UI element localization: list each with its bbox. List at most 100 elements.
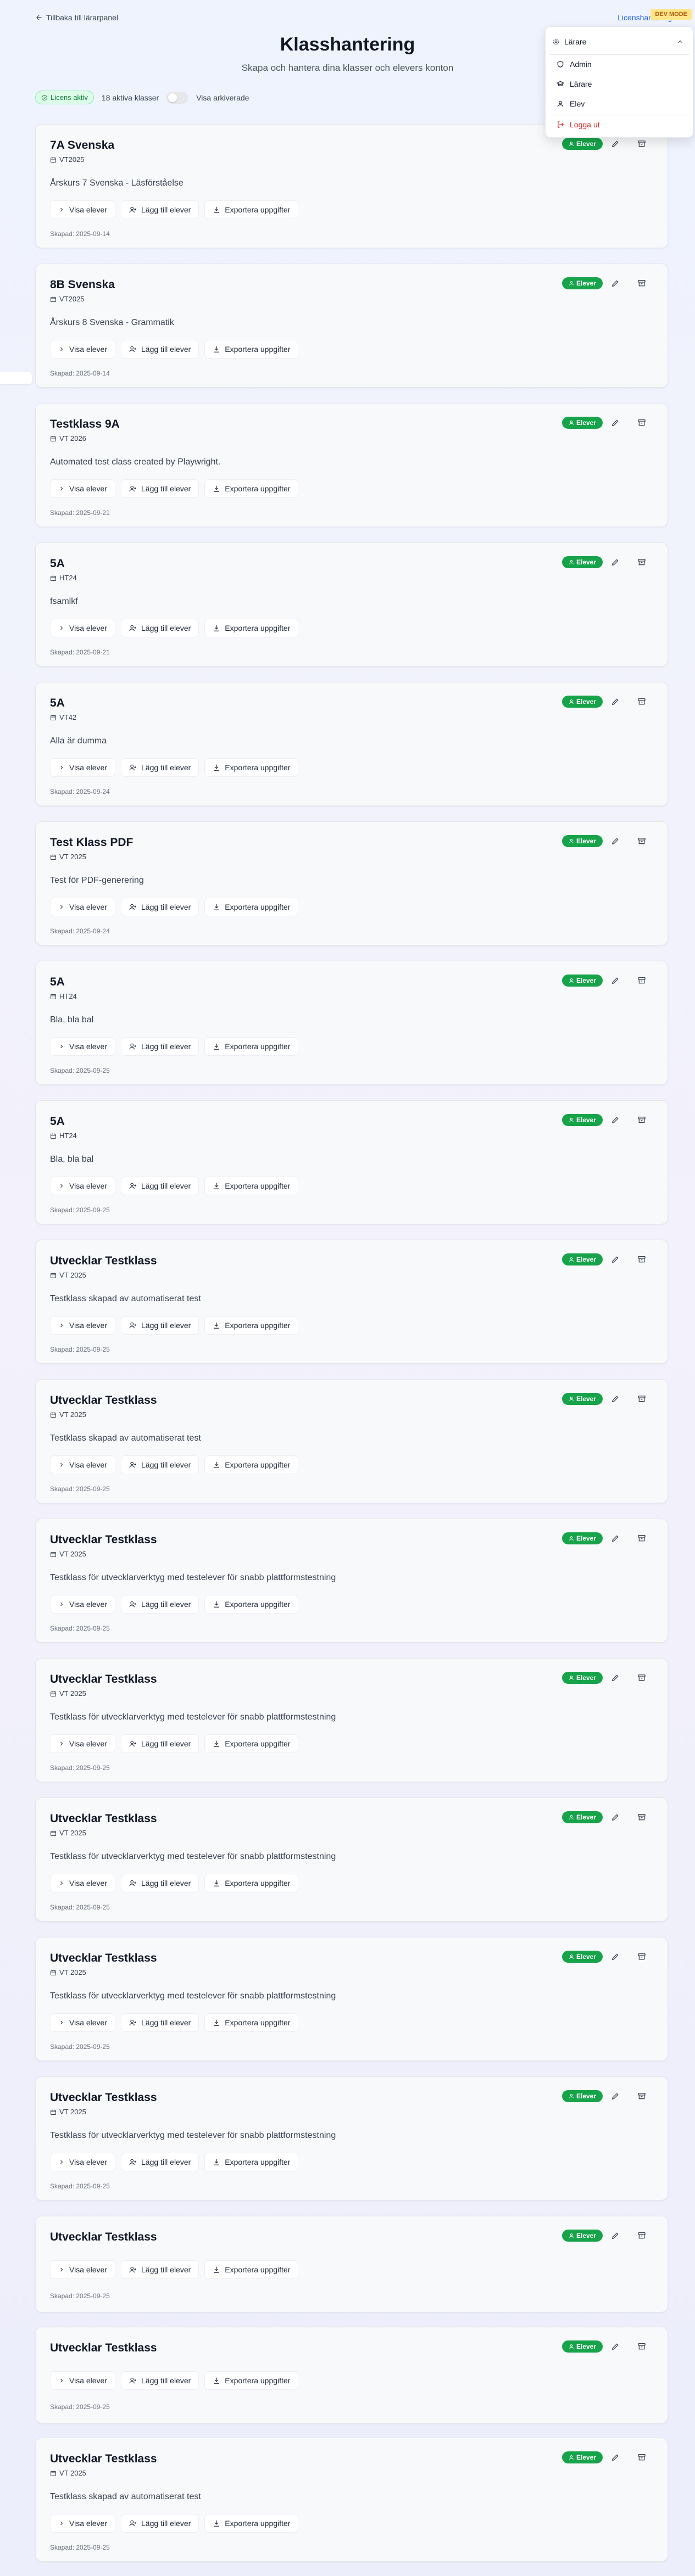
add-students-button[interactable]: Lägg till elever [121,2013,199,2032]
export-tasks-button[interactable]: Exportera uppgifter [204,1037,299,1056]
view-students-button[interactable]: Visa elever [50,619,116,637]
archive-class-button[interactable] [635,1810,649,1824]
archive-class-button[interactable] [635,1113,649,1127]
export-tasks-button[interactable]: Exportera uppgifter [204,2153,299,2171]
edit-class-button[interactable] [608,2228,622,2243]
export-tasks-button[interactable]: Exportera uppgifter [204,619,299,637]
view-students-button[interactable]: Visa elever [50,2371,116,2390]
archive-class-button[interactable] [635,555,649,569]
students-badge[interactable]: Elever [562,835,603,847]
view-students-button[interactable]: Visa elever [50,1734,116,1753]
role-option-larare[interactable]: Lärare [557,80,592,88]
view-students-button[interactable]: Visa elever [50,1455,116,1474]
edit-class-button[interactable] [608,2450,622,2465]
add-students-button[interactable]: Lägg till elever [121,479,199,498]
export-tasks-button[interactable]: Exportera uppgifter [204,1316,299,1335]
view-students-button[interactable]: Visa elever [50,758,116,777]
archive-class-button[interactable] [635,276,649,290]
students-badge[interactable]: Elever [562,2230,603,2242]
edit-class-button[interactable] [608,1671,622,1685]
archive-class-button[interactable] [635,834,649,848]
archive-class-button[interactable] [635,2339,649,2354]
students-badge[interactable]: Elever [562,2090,603,2102]
logout-button[interactable]: Logga ut [557,120,600,129]
archive-class-button[interactable] [635,1531,649,1545]
edit-class-button[interactable] [608,555,622,569]
edit-class-button[interactable] [608,1252,622,1267]
add-students-button[interactable]: Lägg till elever [121,1455,199,1474]
students-badge[interactable]: Elever [562,277,603,289]
edit-class-button[interactable] [608,2339,622,2354]
add-students-button[interactable]: Lägg till elever [121,2371,199,2390]
back-link[interactable]: Tillbaka till lärarpanel [35,13,118,22]
add-students-button[interactable]: Lägg till elever [121,1037,199,1056]
view-students-button[interactable]: Visa elever [50,479,116,498]
edit-class-button[interactable] [608,276,622,290]
archive-class-button[interactable] [635,1671,649,1685]
add-students-button[interactable]: Lägg till elever [121,758,199,777]
export-tasks-button[interactable]: Exportera uppgifter [204,2371,299,2390]
add-students-button[interactable]: Lägg till elever [121,1316,199,1335]
archive-class-button[interactable] [635,1392,649,1406]
edit-class-button[interactable] [608,695,622,709]
archive-class-button[interactable] [635,973,649,988]
role-option-elev[interactable]: Elev [557,99,585,108]
edit-class-button[interactable] [608,973,622,988]
export-tasks-button[interactable]: Exportera uppgifter [204,898,299,916]
archive-class-button[interactable] [635,1950,649,1964]
add-students-button[interactable]: Lägg till elever [121,1734,199,1753]
edit-class-button[interactable] [608,137,622,151]
export-tasks-button[interactable]: Exportera uppgifter [204,2260,299,2279]
edit-class-button[interactable] [608,2089,622,2103]
export-tasks-button[interactable]: Exportera uppgifter [204,479,299,498]
archive-class-button[interactable] [635,2228,649,2243]
view-students-button[interactable]: Visa elever [50,200,116,219]
students-badge[interactable]: Elever [562,2340,603,2353]
add-students-button[interactable]: Lägg till elever [121,340,199,359]
view-students-button[interactable]: Visa elever [50,1874,116,1892]
students-badge[interactable]: Elever [562,975,603,987]
students-badge[interactable]: Elever [562,1532,603,1544]
edit-class-button[interactable] [608,1950,622,1964]
export-tasks-button[interactable]: Exportera uppgifter [204,758,299,777]
view-students-button[interactable]: Visa elever [50,898,116,916]
export-tasks-button[interactable]: Exportera uppgifter [204,1595,299,1614]
edit-class-button[interactable] [608,1810,622,1824]
view-students-button[interactable]: Visa elever [50,2514,116,2533]
students-badge[interactable]: Elever [562,1672,603,1684]
edit-class-button[interactable] [608,1113,622,1127]
view-students-button[interactable]: Visa elever [50,2260,116,2279]
students-badge[interactable]: Elever [562,417,603,429]
view-students-button[interactable]: Visa elever [50,1595,116,1614]
students-badge[interactable]: Elever [562,1114,603,1126]
add-students-button[interactable]: Lägg till elever [121,2153,199,2171]
role-option-admin[interactable]: Admin [557,60,592,69]
show-archived-toggle[interactable] [166,91,189,104]
export-tasks-button[interactable]: Exportera uppgifter [204,2013,299,2032]
export-tasks-button[interactable]: Exportera uppgifter [204,1734,299,1753]
view-students-button[interactable]: Visa elever [50,2153,116,2171]
edit-class-button[interactable] [608,1392,622,1406]
export-tasks-button[interactable]: Exportera uppgifter [204,200,299,219]
export-tasks-button[interactable]: Exportera uppgifter [204,1177,299,1195]
add-students-button[interactable]: Lägg till elever [121,200,199,219]
archive-class-button[interactable] [635,2450,649,2465]
students-badge[interactable]: Elever [562,138,603,150]
view-students-button[interactable]: Visa elever [50,2013,116,2032]
archive-class-button[interactable] [635,695,649,709]
add-students-button[interactable]: Lägg till elever [121,898,199,916]
view-students-button[interactable]: Visa elever [50,1177,116,1195]
side-panel-handle[interactable] [0,372,32,384]
view-students-button[interactable]: Visa elever [50,340,116,359]
archive-class-button[interactable] [635,416,649,430]
students-badge[interactable]: Elever [562,1393,603,1405]
add-students-button[interactable]: Lägg till elever [121,2514,199,2533]
edit-class-button[interactable] [608,834,622,848]
view-students-button[interactable]: Visa elever [50,1037,116,1056]
edit-class-button[interactable] [608,1531,622,1545]
archive-class-button[interactable] [635,1252,649,1267]
students-badge[interactable]: Elever [562,1253,603,1265]
students-badge[interactable]: Elever [562,696,603,708]
add-students-button[interactable]: Lägg till elever [121,2260,199,2279]
students-badge[interactable]: Elever [562,1951,603,1963]
